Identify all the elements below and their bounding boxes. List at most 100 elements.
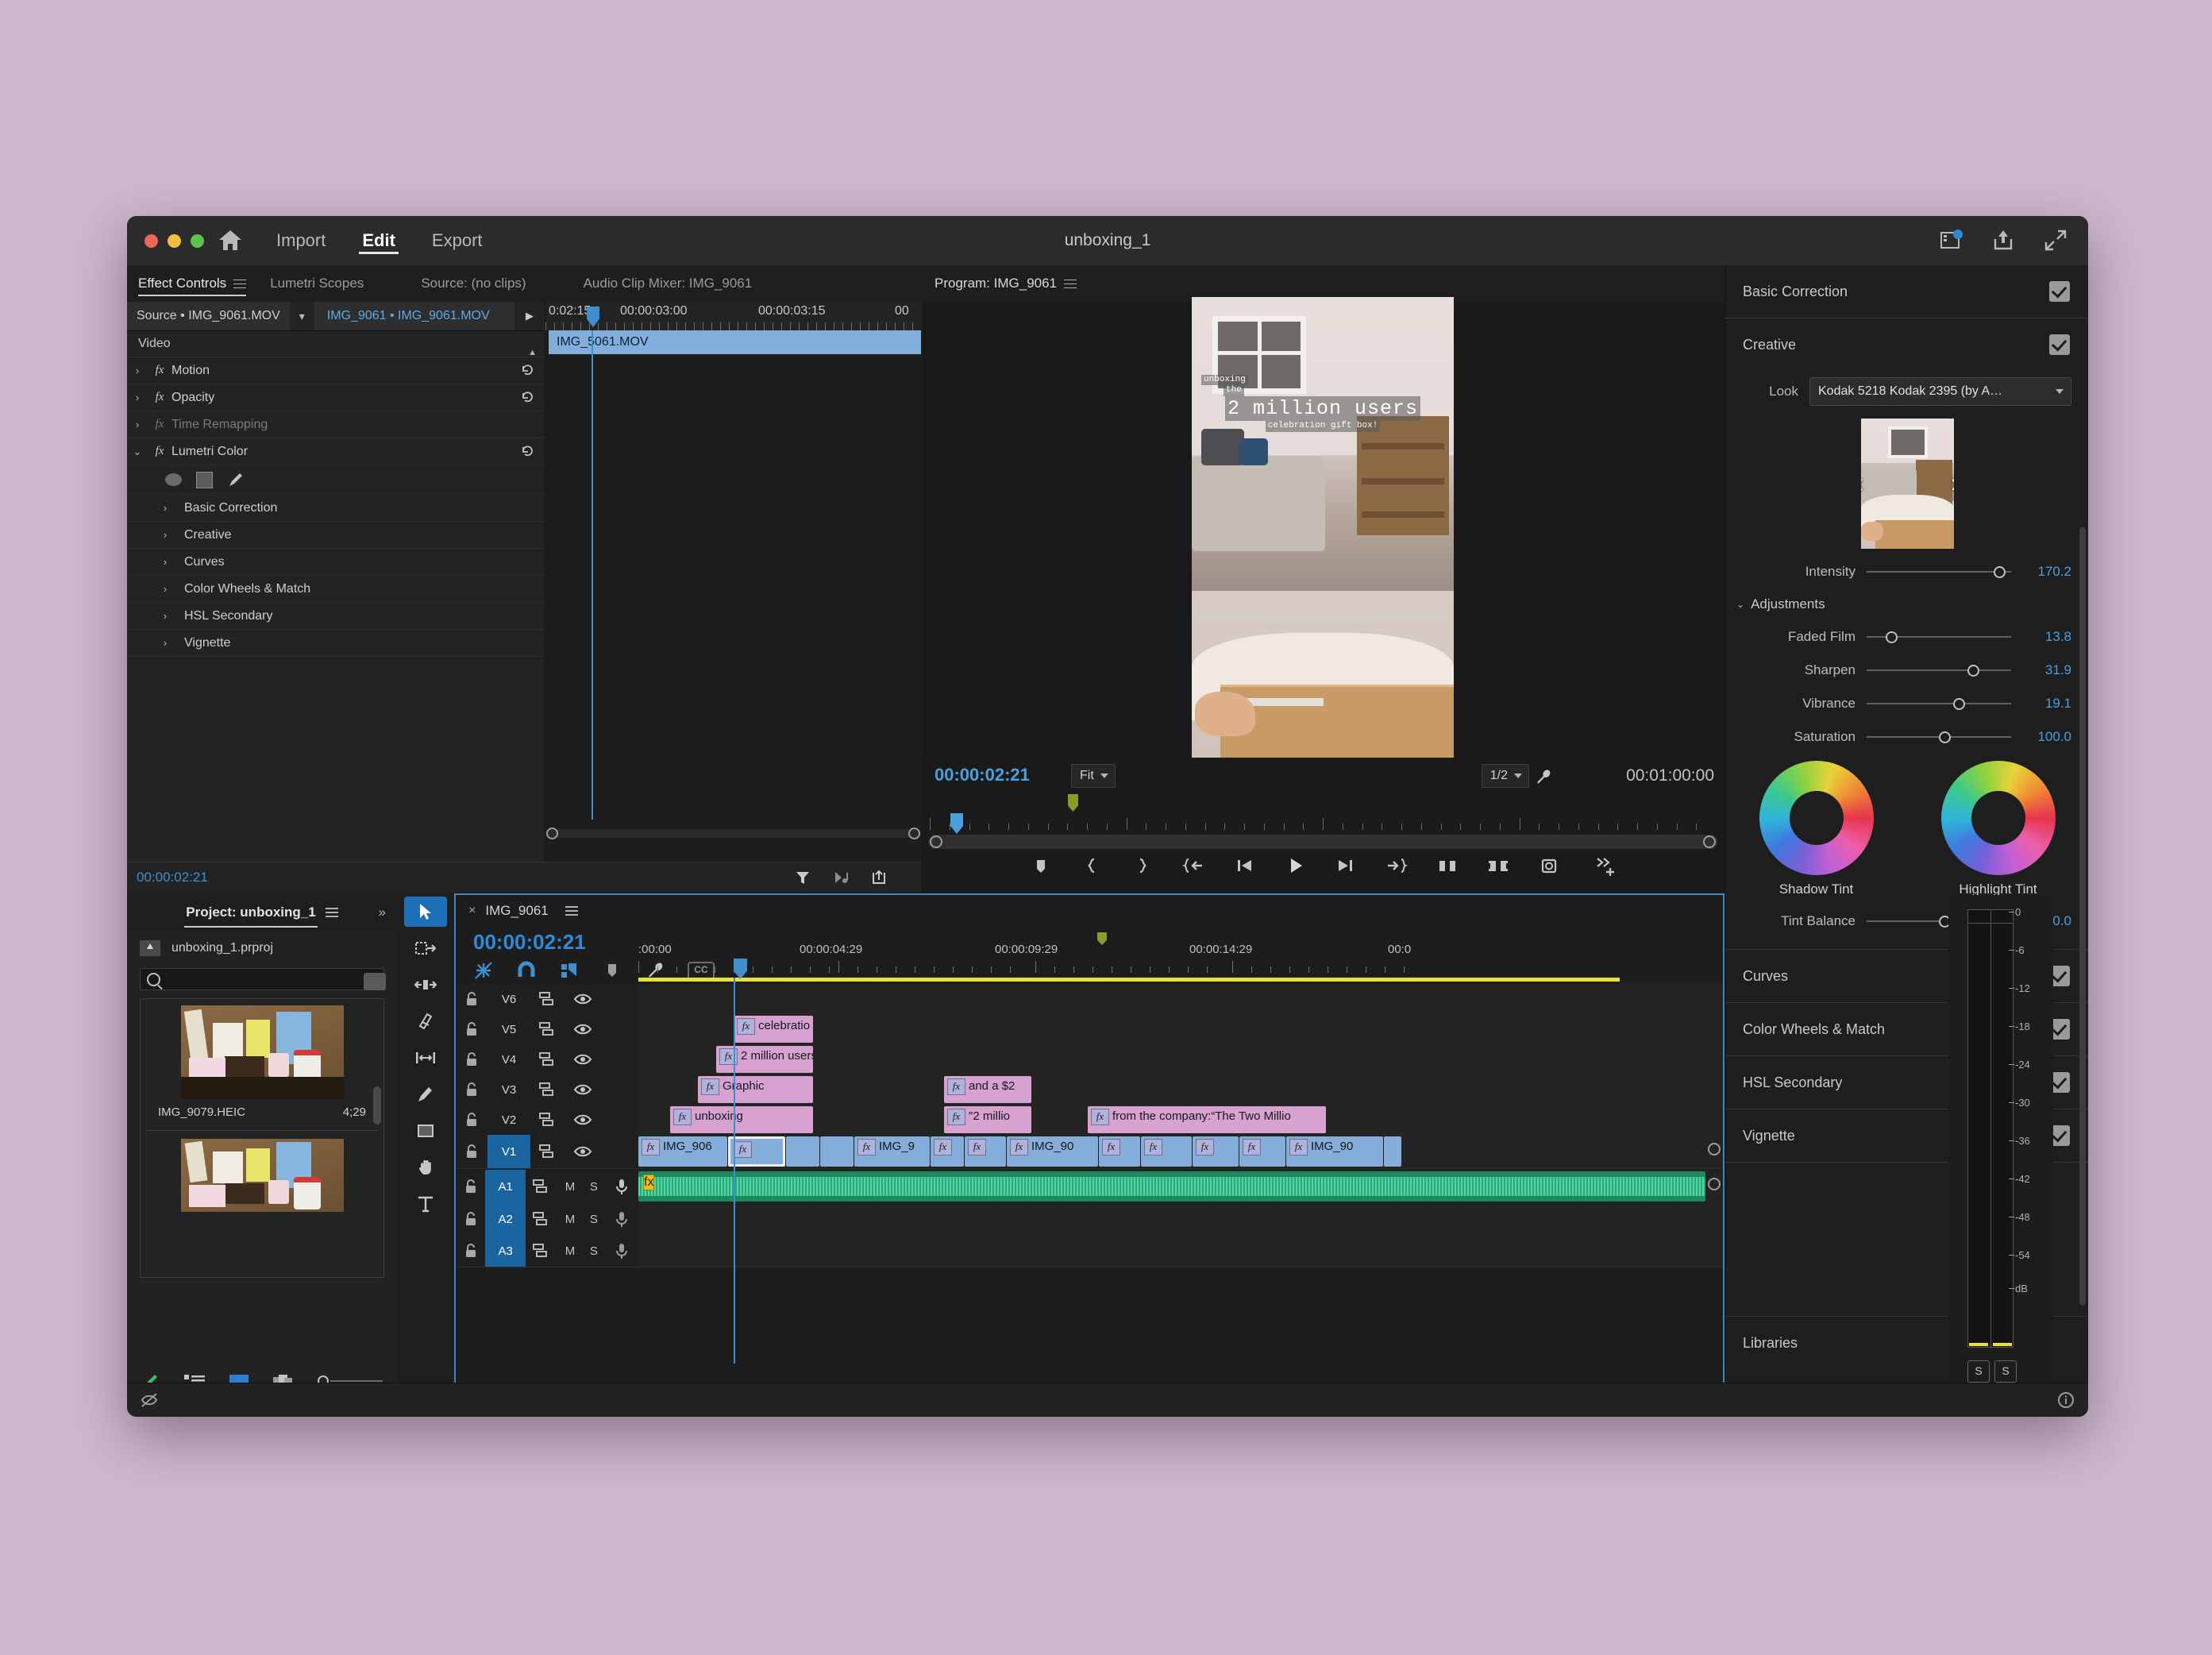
tab-lumetri-scopes[interactable]: Lumetri Scopes — [270, 265, 364, 302]
track-body-v1[interactable]: fx IMG_906 fx fx IMG_9 fx fx fx IMG_90 fx f… — [638, 1135, 1723, 1169]
rectangle-mask-icon[interactable] — [196, 471, 213, 488]
intensity-value[interactable]: 170.2 — [2011, 564, 2071, 580]
lock-track-icon[interactable] — [456, 991, 487, 1007]
pen-tool[interactable] — [398, 1076, 453, 1113]
track-body-v3[interactable]: fx Graphic fx and a $2 — [638, 1074, 1723, 1105]
zoom-level-select[interactable]: Fit — [1071, 764, 1116, 788]
rectangle-tool[interactable] — [398, 1113, 453, 1149]
lock-track-icon[interactable] — [456, 1211, 485, 1227]
track-header-v3[interactable]: V3 — [456, 1074, 638, 1105]
sync-lock-icon[interactable] — [530, 1022, 565, 1036]
twirl-icon[interactable]: › — [154, 610, 176, 622]
track-header-v5[interactable]: V5 — [456, 1014, 638, 1045]
toggle-track-output-icon[interactable] — [565, 1023, 600, 1036]
twirl-icon[interactable]: ⌄ — [127, 446, 148, 458]
mute-track-button[interactable]: M — [558, 1244, 582, 1258]
reset-icon[interactable] — [520, 363, 535, 378]
clip[interactable]: fx — [965, 1136, 1006, 1167]
twirl-icon[interactable]: › — [154, 529, 176, 541]
track-body-v5[interactable]: fx celebratio — [638, 1014, 1723, 1045]
sharpen-value[interactable]: 31.9 — [2011, 662, 2071, 678]
lumetri-sub-creative[interactable]: › Creative — [127, 522, 545, 549]
timeline-vzoom-knob[interactable] — [1708, 1178, 1721, 1190]
sync-lock-icon[interactable] — [526, 1244, 558, 1258]
twirl-icon[interactable]: › — [154, 502, 176, 514]
faded-film-slider[interactable] — [1867, 630, 2011, 644]
progress-badge-icon[interactable] — [1939, 228, 1963, 252]
export-frame-icon[interactable] — [870, 869, 888, 886]
timeline-marker-icon[interactable] — [1097, 932, 1107, 945]
lumetri-sub-color-wheels-match[interactable]: › Color Wheels & Match — [127, 576, 545, 603]
lumetri-sub-hsl-secondary[interactable]: › HSL Secondary — [127, 603, 545, 630]
reset-icon[interactable] — [520, 444, 535, 459]
lift-icon[interactable] — [1435, 854, 1459, 878]
sync-lock-icon[interactable] — [530, 1052, 565, 1067]
track-header-a2[interactable]: A2 M S — [456, 1203, 638, 1236]
track-body-a1[interactable]: fx — [638, 1170, 1723, 1204]
tab-audio-clip-mixer[interactable]: Audio Clip Mixer: IMG_9061 — [584, 265, 753, 302]
tab-source[interactable]: Source: (no clips) — [421, 265, 526, 302]
lumetri-sub-vignette[interactable]: › Vignette — [127, 630, 545, 657]
clip[interactable]: fx unboxing — [670, 1106, 813, 1133]
checkbox-creative[interactable] — [2049, 334, 2070, 355]
toggle-track-output-icon[interactable] — [565, 1113, 600, 1126]
lock-track-icon[interactable] — [456, 1112, 487, 1128]
section-header-creative[interactable]: Creative — [1725, 318, 2088, 371]
track-name-v5[interactable]: V5 — [487, 1014, 530, 1044]
fullscreen-expand-icon[interactable] — [2044, 228, 2067, 252]
effect-row-opacity[interactable]: › fx Opacity — [127, 384, 545, 411]
chevron-right-icon[interactable]: › — [1951, 469, 1953, 500]
track-name-v1[interactable]: V1 — [487, 1135, 530, 1168]
type-tool[interactable] — [398, 1186, 453, 1222]
sharpen-slider[interactable] — [1867, 663, 2011, 677]
twirl-icon[interactable]: › — [127, 419, 148, 430]
sync-lock-icon[interactable] — [530, 1082, 565, 1097]
clip[interactable] — [1384, 1136, 1401, 1167]
chevron-down-icon[interactable]: ▾ — [290, 310, 314, 323]
clip[interactable] — [820, 1136, 854, 1167]
clip[interactable]: fx — [1193, 1136, 1239, 1167]
project-list-scrollbar[interactable] — [373, 1086, 381, 1125]
panel-menu-icon[interactable] — [1064, 279, 1077, 289]
sync-lock-icon[interactable] — [526, 1179, 558, 1194]
ellipse-mask-icon[interactable] — [165, 473, 182, 486]
track-header-v1[interactable]: V1 — [456, 1135, 638, 1169]
go-to-in-icon[interactable] — [1181, 854, 1205, 878]
effect-row-time-remapping[interactable]: › fx Time Remapping — [127, 411, 545, 438]
sync-lock-icon[interactable] — [526, 1212, 558, 1226]
adjustments-header[interactable]: ⌄ Adjustments — [1725, 588, 2088, 620]
twirl-icon[interactable]: › — [127, 392, 148, 403]
timeline-ruler[interactable]: :00:00 00:00:04:29 00:00:09:29 00:00:14:… — [638, 932, 1620, 984]
selection-tool[interactable] — [404, 897, 447, 927]
go-to-out-icon[interactable] — [1385, 854, 1409, 878]
audio-meter-bars[interactable] — [1967, 909, 2014, 1348]
lumetri-sub-curves[interactable]: › Curves — [127, 549, 545, 576]
solo-track-button[interactable]: S — [582, 1244, 606, 1258]
meter-solo-right-button[interactable]: S — [1994, 1360, 2017, 1383]
saturation-value[interactable]: 100.0 — [2011, 729, 2071, 745]
panel-menu-icon[interactable] — [325, 908, 338, 917]
mute-track-button[interactable]: M — [558, 1213, 582, 1226]
track-name-a1[interactable]: A1 — [485, 1170, 526, 1203]
hand-tool[interactable] — [398, 1149, 453, 1186]
navigate-up-icon[interactable] — [140, 940, 160, 956]
clip[interactable]: fx "2 millio — [944, 1106, 1031, 1133]
look-select[interactable]: Kodak 5218 Kodak 2395 (by A… — [1809, 377, 2071, 406]
panel-menu-icon[interactable] — [565, 906, 578, 916]
pen-mask-icon[interactable] — [227, 471, 245, 488]
timeline-marker-icon[interactable] — [1068, 794, 1078, 812]
project-panel-title[interactable]: Project: unboxing_1 — [184, 905, 318, 928]
track-body-v2[interactable]: fx unboxing fx "2 millio fx from the com… — [638, 1105, 1723, 1136]
clip[interactable]: fx IMG_90 — [1286, 1136, 1383, 1167]
sync-lock-icon[interactable] — [530, 1113, 565, 1127]
solo-track-button[interactable]: S — [582, 1213, 606, 1226]
clip[interactable]: fx — [931, 1136, 964, 1167]
clip[interactable]: fx IMG_906 — [638, 1136, 727, 1167]
linked-selection-icon[interactable] — [559, 960, 580, 981]
playback-resolution-select[interactable]: 1/2 — [1481, 764, 1529, 788]
panel-menu-icon[interactable] — [233, 279, 247, 289]
meter-solo-left-button[interactable]: S — [1967, 1360, 1990, 1383]
mark-out-icon[interactable] — [1131, 854, 1154, 878]
track-header-v6[interactable]: V6 — [456, 984, 638, 1015]
effect-row-lumetri-color[interactable]: ⌄ fx Lumetri Color — [127, 438, 545, 465]
